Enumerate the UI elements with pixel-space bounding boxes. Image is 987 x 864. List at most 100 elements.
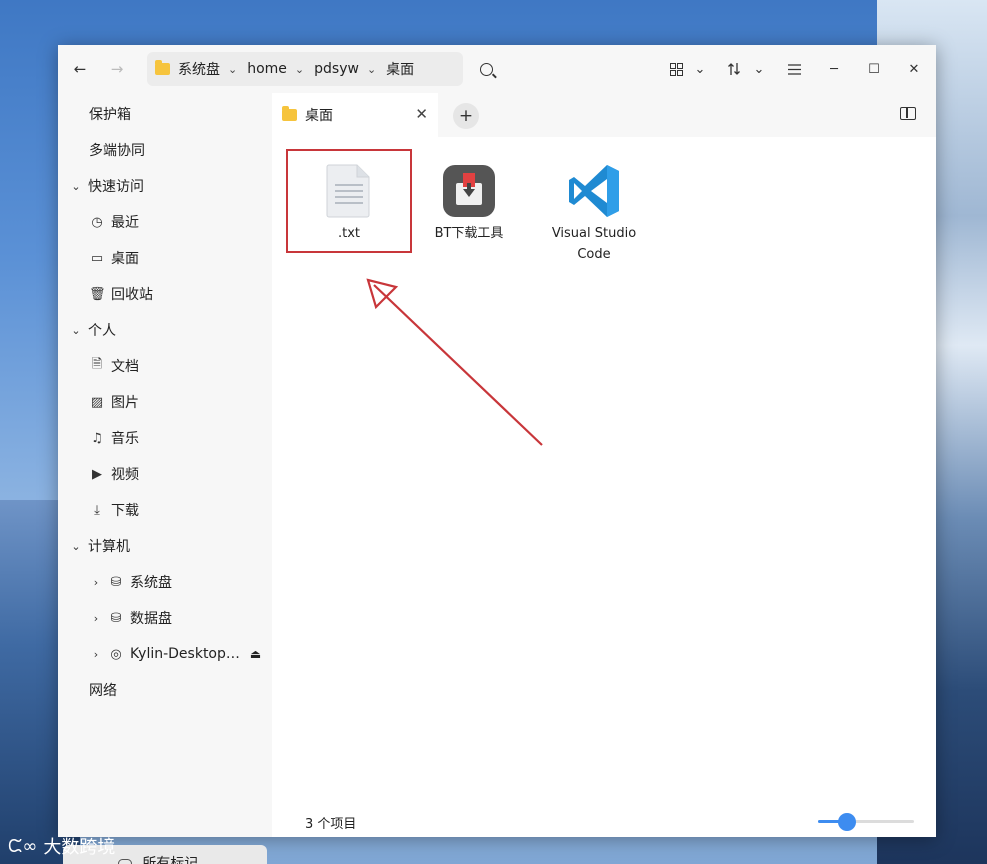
tag-icon (118, 858, 133, 864)
breadcrumb-item-pdsyw[interactable]: pdsyw ⌄ (314, 61, 376, 77)
sidebar-item-music[interactable]: ♫ 音乐 (58, 420, 272, 456)
breadcrumb: 系统盘 ⌄ home ⌄ pdsyw ⌄ 桌面 (147, 52, 463, 86)
breadcrumb-label: pdsyw (314, 61, 359, 77)
chevron-right-icon[interactable]: › (88, 612, 104, 625)
text-file-icon (326, 164, 370, 218)
sidebar-item-label: 文档 (111, 359, 139, 375)
close-button[interactable]: ✕ (902, 57, 926, 81)
file-name: .txt (337, 226, 361, 241)
search-icon (479, 62, 493, 76)
file-name: BT下载工具 (434, 226, 504, 241)
maximize-button[interactable]: ☐ (862, 57, 886, 81)
sidebar-item-network[interactable]: 网络 (58, 672, 272, 708)
sidebar-item-label: 网络 (89, 683, 117, 699)
sidebar-item-label: 个人 (88, 323, 116, 339)
sidebar-item-label: 图片 (111, 395, 139, 411)
sidebar-section-quick-access[interactable]: ⌄ 快速访问 (58, 168, 272, 204)
image-icon: ▨ (90, 394, 104, 410)
tab-bar: 桌面 ✕ + (272, 93, 936, 137)
close-tab-icon[interactable]: ✕ (415, 105, 428, 123)
folder-icon (155, 60, 170, 75)
watermark-text: 大数跨境 (43, 837, 116, 858)
file-item-vscode[interactable]: Visual Studio Code (539, 159, 649, 265)
disk-icon: ⛁ (110, 610, 122, 626)
clock-icon: ◷ (91, 214, 103, 230)
desktop-icon: ▭ (90, 250, 104, 266)
breadcrumb-item-desktop[interactable]: 桌面 (386, 59, 414, 79)
cdrom-icon: ◎ (110, 646, 122, 662)
vscode-icon (569, 165, 619, 217)
sidebar-item-label: 系统盘 (130, 575, 172, 591)
sidebar-toggle-icon[interactable] (900, 107, 916, 120)
file-view: .txt BT下载工具 Visual Studio Code 3 个项目 (272, 137, 936, 837)
sidebar-item-desktop[interactable]: ▭ 桌面 (58, 240, 272, 276)
sidebar-item-system-disk[interactable]: › ⛁ 系统盘 (58, 564, 272, 600)
video-icon: ▶ (92, 466, 102, 482)
sidebar-item-label: Kylin-Desktop… (130, 646, 240, 662)
sidebar: 保护箱 多端协同 ⌄ 快速访问 ◷ 最近 ▭ 桌面 🗑 回收站 ⌄ 个人 🗎 文… (58, 93, 272, 864)
sidebar-item-downloads[interactable]: ⤓ 下载 (58, 492, 272, 528)
chevron-down-icon[interactable]: ⌄ (68, 540, 84, 553)
tab-label: 桌面 (305, 108, 333, 124)
search-button[interactable] (474, 57, 498, 81)
breadcrumb-label: 桌面 (386, 62, 415, 78)
watermark: ᙅ∞ 大数跨境 (8, 833, 115, 859)
folder-icon (282, 106, 297, 121)
chevron-down-icon[interactable]: ⌄ (747, 57, 771, 81)
sidebar-item-label: 音乐 (111, 431, 139, 447)
sidebar-item-label: 快速访问 (88, 179, 144, 195)
minimize-button[interactable]: ─ (822, 57, 846, 81)
sidebar-item-safe-box[interactable]: 保护箱 (58, 96, 272, 132)
music-icon: ♫ (91, 430, 103, 446)
sort-icon[interactable] (722, 57, 746, 81)
file-item-bt-download[interactable]: BT下载工具 (414, 159, 524, 244)
download-icon: ⤓ (94, 502, 100, 518)
sidebar-item-kylin-desktop[interactable]: › ◎ Kylin-Desktop… ⏏ (58, 636, 272, 672)
sidebar-item-label: 视频 (111, 467, 139, 483)
add-tab-button[interactable]: + (453, 103, 479, 129)
sidebar-item-label: 回收站 (111, 287, 153, 303)
grid-view-icon[interactable] (664, 57, 688, 81)
sidebar-item-label: 多端协同 (89, 143, 145, 159)
chevron-right-icon[interactable]: › (88, 576, 104, 589)
sidebar-item-data-disk[interactable]: › ⛁ 数据盘 (58, 600, 272, 636)
zoom-slider[interactable] (818, 813, 914, 831)
chevron-right-icon[interactable]: › (88, 648, 104, 661)
forward-button[interactable]: → (105, 57, 129, 81)
breadcrumb-label: home (247, 61, 287, 77)
tab-desktop[interactable]: 桌面 ✕ (272, 93, 438, 137)
sidebar-item-trash[interactable]: 🗑 回收站 (58, 276, 272, 312)
breadcrumb-label: 系统盘 (178, 62, 220, 78)
breadcrumb-item-system-disk[interactable]: 系统盘 ⌄ (155, 59, 237, 79)
chevron-down-icon[interactable]: ⌄ (68, 180, 84, 193)
trash-icon: 🗑 (89, 286, 106, 302)
chevron-down-icon[interactable]: ⌄ (367, 63, 376, 76)
chevron-down-icon[interactable]: ⌄ (295, 63, 304, 76)
sidebar-item-pictures[interactable]: ▨ 图片 (58, 384, 272, 420)
sidebar-item-recent[interactable]: ◷ 最近 (58, 204, 272, 240)
sidebar-item-documents[interactable]: 🗎 文档 (58, 348, 272, 384)
eject-icon[interactable]: ⏏ (250, 647, 261, 661)
file-manager-window: ← → 系统盘 ⌄ home ⌄ pdsyw ⌄ 桌面 ⌄ ⌄ ─ ☐ ✕ 保护… (58, 45, 936, 864)
back-button[interactable]: ← (68, 57, 92, 81)
sidebar-item-videos[interactable]: ▶ 视频 (58, 456, 272, 492)
bt-download-icon (443, 165, 495, 217)
menu-icon[interactable] (782, 57, 806, 81)
breadcrumb-item-home[interactable]: home ⌄ (247, 61, 304, 77)
file-item-txt[interactable]: .txt (294, 159, 404, 244)
sidebar-item-multi-device[interactable]: 多端协同 (58, 132, 272, 168)
chevron-down-icon[interactable]: ⌄ (228, 63, 237, 76)
watermark-logo-icon: ᙅ∞ (8, 835, 38, 857)
sidebar-item-label: 保护箱 (89, 107, 131, 123)
sidebar-item-label: 下载 (111, 503, 139, 519)
sidebar-section-computer[interactable]: ⌄ 计算机 (58, 528, 272, 564)
chevron-down-icon[interactable]: ⌄ (68, 324, 84, 337)
chevron-down-icon[interactable]: ⌄ (688, 57, 712, 81)
all-tags-label: 所有标记... (142, 856, 212, 864)
file-name: Visual Studio Code (551, 226, 637, 262)
sidebar-item-label: 计算机 (88, 539, 130, 555)
sidebar-section-personal[interactable]: ⌄ 个人 (58, 312, 272, 348)
status-item-count: 3 个项目 (305, 817, 357, 832)
annotation-arrow (366, 278, 543, 446)
zoom-knob[interactable] (838, 813, 856, 831)
